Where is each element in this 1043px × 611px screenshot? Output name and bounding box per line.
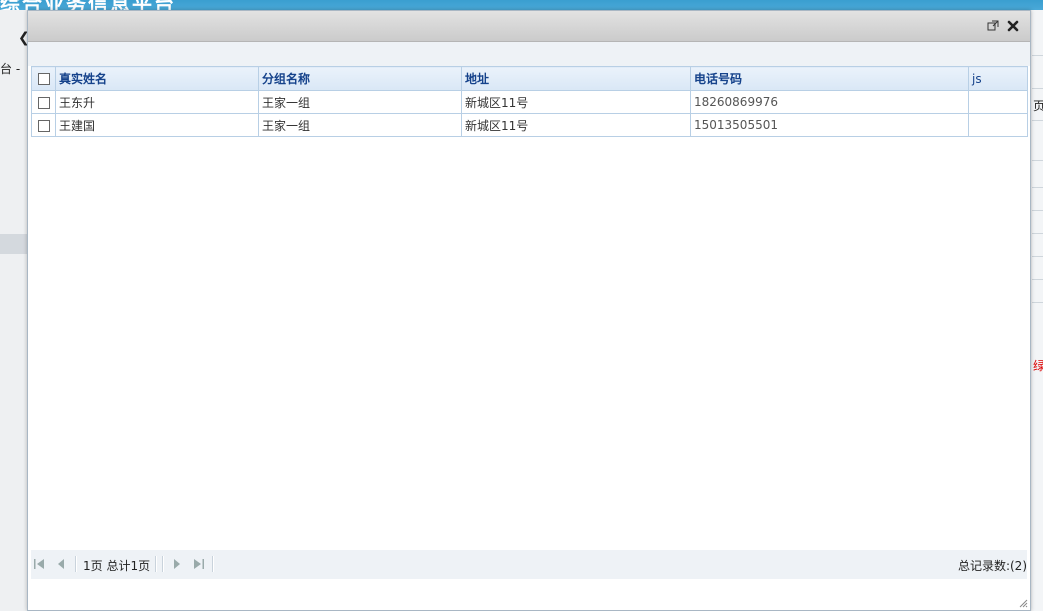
row-checkbox[interactable] [38,119,50,132]
bg-right-divider [1032,256,1043,257]
bg-right-divider [1032,187,1043,188]
close-icon[interactable] [1006,19,1020,33]
total-records: 总记录数:(2) [957,559,1027,573]
cell-phone: 18260869976 [690,90,969,114]
page-info: 1页 总计1页 [83,559,151,573]
cell-js [968,90,1028,114]
cell-address: 新城区11号 [461,113,691,137]
row-checkbox[interactable] [38,96,50,109]
first-page-icon[interactable] [33,558,45,570]
table-row[interactable]: 王东升 王家一组 新城区11号 18260869976 [31,90,1028,114]
contacts-grid: 真实姓名 分组名称 地址 电话号码 js 王东升 王家一组 新城区11号 182… [31,66,1028,137]
cell-group-name: 王家一组 [258,113,462,137]
dialog-toolbar [28,42,1030,66]
dialog-titlebar[interactable] [28,11,1030,42]
select-all-cell[interactable] [31,66,56,91]
bg-right-divider [1032,302,1043,303]
bg-right-divider [1032,120,1043,121]
cell-real-name: 王建国 [55,113,259,137]
resize-grip-icon[interactable] [1018,598,1028,608]
column-header-group-name[interactable]: 分组名称 [258,66,462,91]
pager-separator [162,556,164,572]
cell-group-name: 王家一组 [258,90,462,114]
pager-separator [212,556,214,572]
cell-address: 新城区11号 [461,90,691,114]
grid-pager: 1页 总计1页 总记录数:(2) [31,550,1027,579]
cell-js [968,113,1028,137]
column-header-js[interactable]: js [968,66,1028,91]
dialog-footer [28,579,1030,610]
select-contacts-dialog: 真实姓名 分组名称 地址 电话号码 js 王东升 王家一组 新城区11号 182… [27,10,1031,611]
pager-separator [75,556,77,572]
bg-right-alert-label: 绿公 [1033,359,1043,373]
column-header-phone[interactable]: 电话号码 [690,66,969,91]
last-page-icon[interactable] [193,558,205,570]
bg-right-divider [1032,233,1043,234]
bg-right-divider [1032,279,1043,280]
bg-right-divider [1032,160,1043,161]
cell-real-name: 王东升 [55,90,259,114]
select-all-checkbox[interactable] [38,73,50,85]
bg-left-selected-row [0,234,27,254]
prev-page-icon[interactable] [55,558,67,570]
next-page-icon[interactable] [171,558,183,570]
row-select-cell[interactable] [31,90,56,114]
row-select-cell[interactable] [31,113,56,137]
bg-left-label: 台 - [0,62,21,76]
app-header: 综合业务信息平台 [0,0,1043,16]
pager-separator [155,556,157,572]
bg-right-divider [1032,55,1043,56]
table-row[interactable]: 王建国 王家一组 新城区11号 15013505501 [31,113,1028,137]
column-header-address[interactable]: 地址 [461,66,691,91]
bg-right-label: 页 [1033,99,1043,113]
grid-header-row: 真实姓名 分组名称 地址 电话号码 js [31,66,1028,91]
column-header-real-name[interactable]: 真实姓名 [55,66,259,91]
bg-right-divider [1032,210,1043,211]
popout-icon[interactable] [986,19,1000,33]
cell-phone: 15013505501 [690,113,969,137]
bg-right-divider [1032,88,1043,89]
